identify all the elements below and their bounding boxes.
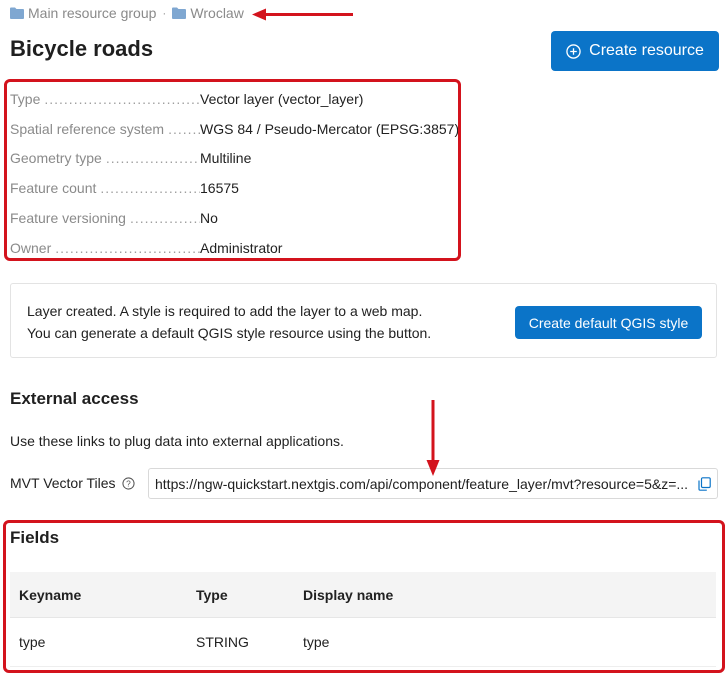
property-key: Feature count [10, 180, 97, 197]
leader-dots [55, 240, 200, 256]
leader-dots [44, 91, 200, 107]
external-access-title: External access [10, 389, 139, 408]
property-value: Administrator [200, 239, 283, 256]
folder-icon [172, 7, 187, 19]
property-value: WGS 84 / Pseudo-Mercator (EPSG:3857) [200, 120, 460, 137]
annotation-arrow-left [252, 8, 353, 21]
notice-text: Layer created. A style is required to ad… [27, 300, 431, 344]
cell-type: STRING [196, 634, 249, 650]
create-resource-label: Create resource [589, 42, 704, 59]
property-feature-count: Feature count 16575 [10, 173, 452, 203]
cell-keyname: type [19, 634, 46, 650]
table-row[interactable]: type STRING type [10, 618, 716, 667]
external-access-description: Use these links to plug data into extern… [10, 433, 344, 449]
cell-display-name: type [303, 634, 330, 650]
fields-table: Keyname Type Display name type STRING ty… [10, 572, 716, 667]
mvt-label: MVT Vector Tiles ? [10, 475, 135, 491]
property-value: No [200, 210, 218, 227]
copy-icon[interactable] [698, 476, 711, 491]
leader-dots [106, 150, 200, 166]
property-key: Feature versioning [10, 210, 126, 227]
resource-properties: Type Vector layer (vector_layer) Spatial… [10, 84, 459, 263]
property-value: 16575 [200, 180, 239, 197]
leader-dots [130, 210, 200, 226]
property-type: Type Vector layer (vector_layer) [10, 84, 452, 114]
breadcrumb-label: Wroclaw [190, 5, 244, 21]
property-key: Spatial reference system [10, 120, 165, 137]
fields-title: Fields [10, 528, 60, 547]
style-notice-panel: Layer created. A style is required to ad… [10, 283, 717, 358]
notice-line-1: Layer created. A style is required to ad… [27, 303, 423, 319]
breadcrumb-item-wroclaw[interactable]: Wroclaw [172, 5, 244, 21]
notice-line-2: You can generate a default QGIS style re… [27, 325, 432, 341]
mvt-label-text: MVT Vector Tiles [10, 475, 116, 491]
property-key: Geometry type [10, 150, 102, 167]
page-title: Bicycle roads [10, 36, 154, 61]
property-value: Multiline [200, 150, 252, 167]
breadcrumb-separator: · [162, 6, 167, 20]
property-key: Type [10, 90, 41, 107]
folder-icon [10, 7, 24, 19]
breadcrumb-label: Main resource group [28, 5, 157, 21]
plus-circle-icon [566, 43, 581, 59]
property-value: Vector layer (vector_layer) [200, 90, 364, 107]
annotation-arrow-down [426, 400, 440, 476]
leader-dots [100, 180, 200, 196]
breadcrumb-item-main-resource-group[interactable]: Main resource group [10, 5, 156, 21]
svg-text:?: ? [126, 478, 131, 488]
column-header-type[interactable]: Type [187, 587, 294, 603]
property-owner: Owner Administrator [10, 233, 452, 263]
create-resource-button[interactable]: Create resource [551, 31, 719, 71]
property-key: Owner [10, 239, 52, 256]
leader-dots [168, 121, 200, 137]
table-header: Keyname Type Display name [10, 572, 716, 618]
property-srs: Spatial reference system WGS 84 / Pseudo… [10, 114, 459, 144]
breadcrumb: Main resource group · Wroclaw [10, 4, 244, 22]
create-default-qgis-style-button[interactable]: Create default QGIS style [515, 306, 702, 339]
column-header-keyname[interactable]: Keyname [10, 587, 187, 603]
property-feature-versioning: Feature versioning No [10, 203, 452, 233]
help-icon[interactable]: ? [121, 476, 135, 490]
column-header-display-name[interactable]: Display name [294, 587, 716, 603]
property-geometry-type: Geometry type Multiline [10, 144, 452, 174]
